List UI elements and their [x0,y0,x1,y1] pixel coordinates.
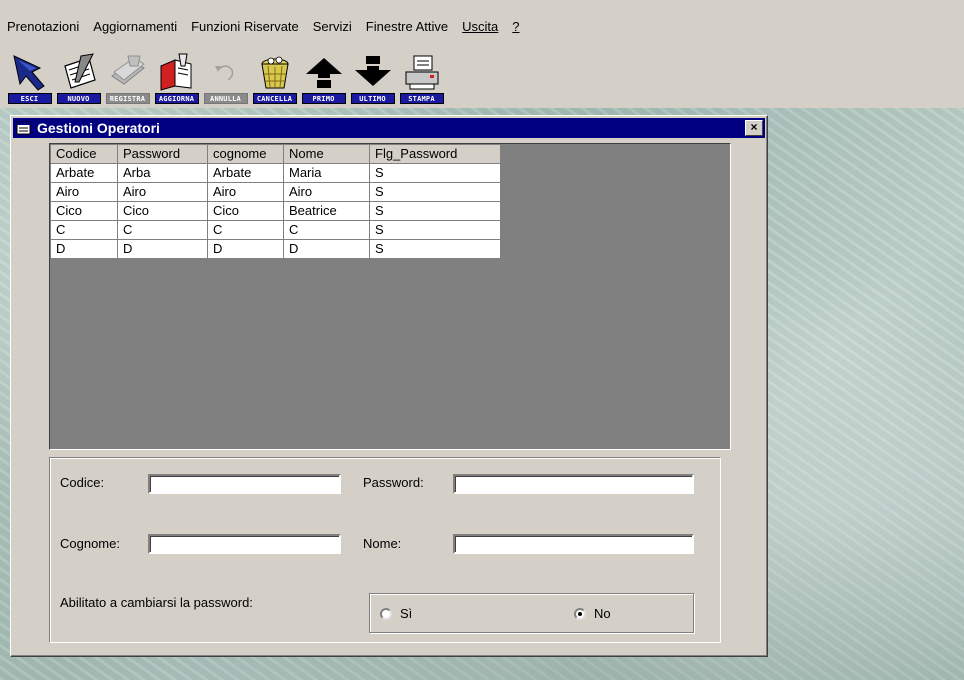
menu-prenotazioni[interactable]: Prenotazioni [7,0,79,34]
last-button-label: ULTIMO [350,93,395,104]
cell-password[interactable]: Airo [117,182,208,202]
delete-button-label: CANCELLA [252,93,297,104]
new-button[interactable]: NUOVO [55,45,102,104]
cognome-input[interactable] [148,534,341,554]
new-pen-paper-icon [63,53,96,89]
cell-flg-password[interactable]: S [369,163,501,183]
arrow-down-icon [354,56,391,86]
table-row[interactable]: Cico Cico Cico Beatrice S [50,201,501,221]
window-title: Gestioni Operatori [37,120,160,136]
cell-nome[interactable]: C [283,220,370,240]
table-row[interactable]: D D D D S [50,239,501,259]
cell-nome[interactable]: D [283,239,370,259]
radio-si-label: Sì [400,606,413,621]
update-button[interactable]: AGGIORNA [153,45,200,104]
undo-arrow-icon [214,65,233,81]
cell-password[interactable]: Cico [117,201,208,221]
edit-form-panel: Codice: Password: Cognome: Nome: Abilita… [49,457,721,643]
window-titlebar[interactable]: Gestioni Operatori × [13,118,765,138]
cognome-label: Cognome: [60,536,120,551]
cell-cognome[interactable]: Airo [207,182,284,202]
cell-nome[interactable]: Beatrice [283,201,370,221]
window-form-icon [16,121,31,135]
password-change-radio-group: Sì No [369,593,694,633]
column-header-cognome[interactable]: cognome [207,144,284,164]
exit-button-label: ESCI [7,93,52,104]
codice-label: Codice: [60,475,105,490]
table-row[interactable]: C C C C S [50,220,501,240]
cell-cognome[interactable]: C [207,220,284,240]
cell-flg-password[interactable]: S [369,182,501,202]
cell-nome[interactable]: Airo [283,182,370,202]
last-button[interactable]: ULTIMO [349,45,396,104]
nome-label: Nome: [363,536,402,551]
cell-cognome[interactable]: D [207,239,284,259]
menu-bar: Prenotazioni Aggiornamenti Funzioni Rise… [0,0,964,40]
save-papers-icon [110,55,145,85]
menu-servizi[interactable]: Servizi [313,0,352,34]
new-button-label: NUOVO [56,93,101,104]
save-button[interactable]: REGISTRA [104,45,151,104]
save-button-label: REGISTRA [105,93,150,104]
radio-no-dot[interactable] [574,607,586,620]
menu-aggiornamenti[interactable]: Aggiornamenti [93,0,177,34]
table-row[interactable]: Airo Airo Airo Airo S [50,182,501,202]
cell-password[interactable]: D [117,239,208,259]
cell-flg-password[interactable]: S [369,220,501,240]
first-button[interactable]: PRIMO [300,45,347,104]
password-input[interactable] [453,474,694,494]
cell-password[interactable]: Arba [117,163,208,183]
column-header-flg-password[interactable]: Flg_Password [369,144,501,164]
cell-codice[interactable]: C [50,220,118,240]
column-header-codice[interactable]: Codice [50,144,118,164]
cell-codice[interactable]: D [50,239,118,259]
table-row[interactable]: Arbate Arba Arbate Maria S [50,163,501,183]
print-button[interactable]: STAMPA [398,45,445,104]
table-header-row: Codice Password cognome Nome Flg_Passwor… [50,144,501,164]
update-button-label: AGGIORNA [154,93,199,104]
menu-funzioni-riservate[interactable]: Funzioni Riservate [191,0,299,34]
menu-finestre-attive[interactable]: Finestre Attive [366,0,448,34]
undo-button-label: ANNULLA [203,93,248,104]
first-button-label: PRIMO [301,93,346,104]
exit-button[interactable]: ESCI [6,45,53,104]
menu-uscita[interactable]: Uscita [462,0,498,34]
trash-basket-icon [260,56,289,89]
cell-codice[interactable]: Airo [50,182,118,202]
radio-si[interactable]: Sì [380,606,412,621]
printer-icon [405,55,438,90]
radio-no[interactable]: No [574,606,611,621]
toolbar: ESCI NUOVO REGISTRA AGGIORNA ANNULLA CAN… [0,40,964,108]
cell-password[interactable]: C [117,220,208,240]
cell-flg-password[interactable]: S [369,239,501,259]
codice-input[interactable] [148,474,341,494]
cell-nome[interactable]: Maria [283,163,370,183]
nome-input[interactable] [453,534,694,554]
cell-cognome[interactable]: Arbate [207,163,284,183]
cell-codice[interactable]: Arbate [50,163,118,183]
arrow-up-icon [305,58,342,88]
abilitato-label: Abilitato a cambiarsi la password: [60,595,253,610]
operators-table: Codice Password cognome Nome Flg_Passwor… [50,144,501,259]
column-header-password[interactable]: Password [117,144,208,164]
operators-window: Gestioni Operatori × Codice Password cog… [10,115,768,657]
undo-button[interactable]: ANNULLA [202,45,249,104]
operators-grid[interactable]: Codice Password cognome Nome Flg_Passwor… [49,143,731,450]
radio-no-label: No [594,606,611,621]
menu-help[interactable]: ? [512,0,519,34]
cell-cognome[interactable]: Cico [207,201,284,221]
delete-button[interactable]: CANCELLA [251,45,298,104]
print-button-label: STAMPA [399,93,444,104]
cell-flg-password[interactable]: S [369,201,501,221]
password-label: Password: [363,475,424,490]
column-header-nome[interactable]: Nome [283,144,370,164]
exit-arrow-icon [12,55,45,91]
update-book-icon [160,53,191,91]
close-button[interactable]: × [745,120,763,136]
cell-codice[interactable]: Cico [50,201,118,221]
radio-si-dot[interactable] [380,607,392,620]
